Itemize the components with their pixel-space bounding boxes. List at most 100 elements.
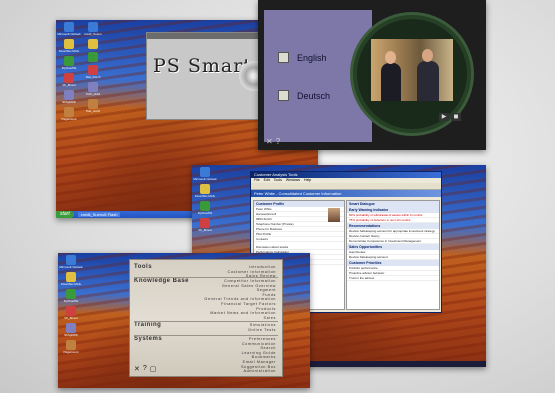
menu-item[interactable]: Preferences [249,337,276,341]
desktop-icon[interactable]: ShSpRDP [60,323,82,337]
menu-item[interactable]: Products [256,307,276,311]
panel-row: Contacts [254,237,344,242]
menu-item[interactable]: Edit [264,178,270,183]
ps-smart-window[interactable]: PS Smart [146,32,276,120]
desktop-icon[interactable]: SmartNet MAIL [60,272,82,286]
app-icon [66,255,76,265]
stop-icon[interactable]: ◼ [451,113,461,121]
desktop-icon[interactable]: Microsoft Outlook [57,22,81,36]
app-icon [88,52,98,62]
desktop-icon-label: SmartNet MAIL [58,49,80,53]
app-icon [88,39,98,49]
language-option-english[interactable]: English [278,52,327,63]
desktop-icon-label: VF_8Cent [62,83,76,87]
app-icon [200,218,210,228]
close-icon[interactable]: ✕ [266,137,273,146]
app-icon [66,323,76,333]
desktop-icon-label: TelO_sb01 [85,92,101,96]
help-icon[interactable]: ? [143,365,147,373]
menu-item[interactable]: Search [260,346,276,350]
menu-item[interactable]: Communication [242,342,276,346]
desktop-icon-label: SmartNet MAIL [60,282,82,286]
desktop-icon[interactable]: PageCount [58,107,80,121]
menu-item[interactable]: Help [304,178,311,183]
desktop-icon[interactable]: credit_Sueno [82,22,104,36]
desktop-icon[interactable] [82,39,104,49]
menu-item[interactable]: Competitor Information [224,279,276,283]
menu-item[interactable]: Customer Information [227,270,276,274]
desktop-icon[interactable]: TelO_sb01 [82,82,104,96]
menu-item[interactable]: Email Manager [243,360,276,364]
taskbar-item[interactable]: credit_Sueno5 Flash [77,212,121,217]
desktop-icon-label: Tele_textO [85,109,101,113]
menu-item[interactable]: Online Tests [248,328,276,332]
app-icon [66,306,76,316]
play-icon[interactable]: ▶ [439,113,449,121]
video-player[interactable] [371,39,453,101]
panel-row: Trust in the advisor [347,276,439,281]
desktop-icon[interactable]: SmartNet MAIL [194,184,216,198]
app-icon [64,90,74,100]
ps-smart-titlebar [147,33,275,39]
language-screen: English Deutsch ▶ ◼ ✕ ? [258,0,486,150]
checkbox-icon[interactable] [278,52,289,63]
menu-item[interactable]: Simulations [250,323,276,327]
desktop-icon[interactable]: VF_8Cent [58,73,80,87]
desktop-icon[interactable]: PageCount [60,340,82,354]
menu-item[interactable]: Tools [274,178,282,183]
menu-item[interactable]: Bookmarks [252,355,276,359]
desktop-icon[interactable]: SmartNet MAIL [58,39,80,53]
app-icon [200,184,210,194]
desktop-icon[interactable] [82,52,104,62]
menu-item[interactable]: General Trends and Information [204,297,276,301]
window-icon[interactable]: ▢ [150,365,157,373]
smart-dialogue-panel: Smart Dialogue Early Warning Indicator 6… [346,200,440,310]
menu-item[interactable]: Funds [262,293,276,297]
desktop-icon[interactable]: VF_8Cent [60,306,82,320]
menu-item[interactable]: Sales [264,316,277,320]
desktop-icon-label: FlyOverPE [61,66,77,70]
desktop-icon[interactable]: Tele_line.O [82,65,104,79]
language-option-deutsch[interactable]: Deutsch [278,90,330,101]
start-button[interactable]: start [56,211,74,218]
menu-item[interactable]: Learning Guide [242,351,276,355]
menu-item[interactable]: Financial Target Factors [221,302,276,306]
checkbox-icon[interactable] [278,90,289,101]
video-person [417,61,439,101]
desktop-icon-label: credit_Sueno [84,32,102,36]
tools-menu-panel[interactable]: ✕ ? ▢ Tools Introduction Customer Informat… [129,259,283,377]
app-icon [66,272,76,282]
app-icon [64,22,74,32]
menu-item[interactable]: Suggestion Box [241,365,276,369]
desktop-icon[interactable]: VF_8Cent [194,218,216,232]
desktop-icon-label: PageCount [61,117,77,121]
help-icon[interactable]: ? [276,137,280,146]
desktop-icon[interactable]: Microsoft Outlook [193,167,217,181]
desktop-icon[interactable]: FlyOverPE [60,289,82,303]
menu-divider [134,335,278,336]
video-person [381,63,401,101]
desktop-icon[interactable]: FlyOverPE [194,201,216,215]
desktop-icon[interactable]: Tele_textO [82,99,104,113]
menu-item[interactable]: Windows [286,178,300,183]
menu-item[interactable]: Market News and Information [210,311,276,315]
menu-divider [134,277,278,278]
desktop-icon-label: Tele_line.O [85,75,101,79]
menu-item[interactable]: Introduction [249,265,276,269]
language-label: Deutsch [297,90,331,101]
menu-item[interactable]: Administration [244,369,276,373]
desktop-icon[interactable]: FlyOverPE [58,56,80,70]
menu-item[interactable]: Segment [257,288,276,292]
desktop-icon-label: SmartNet MAIL [194,194,216,198]
app-icon [88,22,98,32]
app-icon [88,99,98,109]
desktop-icon-label: Microsoft Outlook [59,265,83,269]
desktop-icon[interactable]: ShSpRDP [58,90,80,104]
close-icon[interactable]: ✕ [134,365,140,373]
menu-item[interactable]: General Sales Overview [222,284,276,288]
menu-item[interactable]: File [254,178,260,183]
app-icon [200,167,210,177]
desktop-icon[interactable]: Microsoft Outlook [59,255,83,269]
desktop-icon-label: ShSpRDP [62,100,76,104]
desktop-icon-label: FlyOverPE [63,299,79,303]
